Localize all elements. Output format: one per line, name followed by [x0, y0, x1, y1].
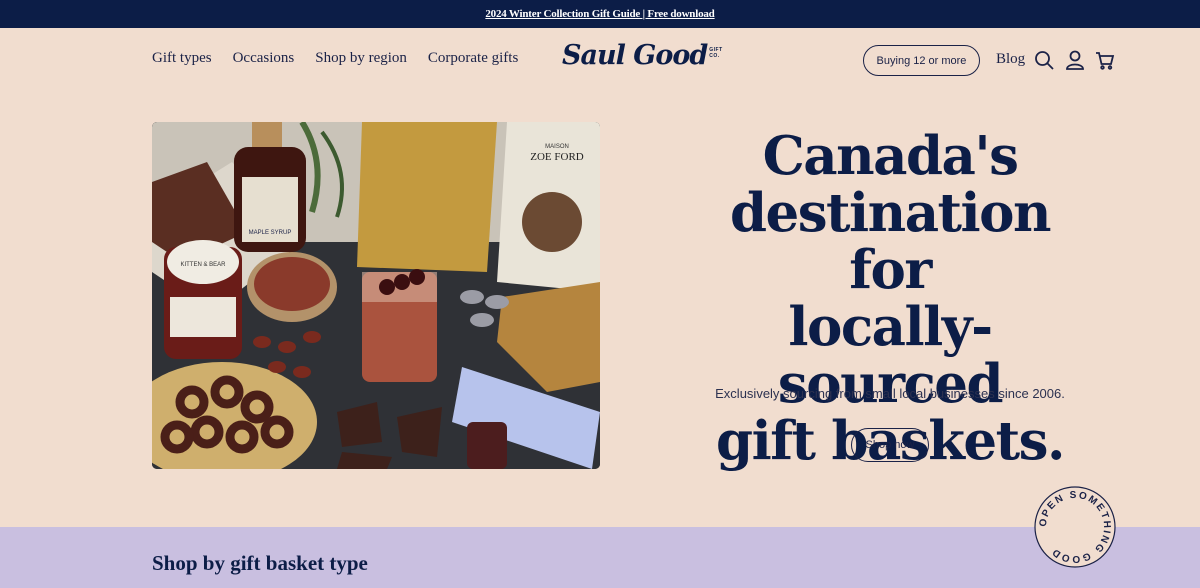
hero-subtitle: Exclusively sourcing from small local bu…	[715, 386, 1065, 401]
open-something-good-badge: OPEN SOMETHING GOOD	[1034, 486, 1116, 568]
account-icon[interactable]	[1064, 49, 1086, 71]
announcement-link[interactable]: 2024 Winter Collection Gift Guide | Free…	[485, 8, 714, 20]
hero-title: Canada's destination for locally-sourced…	[700, 128, 1080, 470]
announcement-bar: 2024 Winter Collection Gift Guide | Free…	[0, 0, 1200, 28]
search-icon[interactable]	[1033, 49, 1055, 71]
syrup-label-text: MAPLE SYRUP	[249, 230, 292, 236]
logo-wordmark: Saul Good	[562, 40, 708, 71]
hero-gift-basket-image: MAPLE SYRUP MAISON ZOE FORD KITTEN & BEA…	[152, 122, 600, 469]
brand-label-text: ZOE FORD	[530, 151, 584, 163]
blog-link[interactable]: Blog	[996, 51, 1025, 68]
cart-icon[interactable]	[1094, 49, 1116, 71]
hero-title-line: destination for	[729, 182, 1052, 301]
nav-item-shop-by-region[interactable]: Shop by region	[315, 50, 407, 67]
bulk-order-button[interactable]: Buying 12 or more	[863, 45, 980, 76]
logo-sub-line2: CO.	[709, 53, 720, 59]
logo-subtext: GIFT CO.	[709, 47, 722, 59]
shop-now-button[interactable]: Shop now	[851, 428, 929, 462]
main-nav: Gift types Occasions Shop by region Corp…	[152, 50, 518, 67]
gift-basket-type-section: Shop by gift basket type	[0, 527, 1200, 588]
site-header: Gift types Occasions Shop by region Corp…	[0, 28, 1200, 92]
section-title: Shop by gift basket type	[152, 551, 368, 575]
site-logo[interactable]: Saul Good GIFT CO.	[562, 40, 723, 71]
jar-label-text: KITTEN & BEAR	[180, 262, 226, 268]
nav-item-gift-types[interactable]: Gift types	[152, 50, 212, 67]
nav-item-corporate-gifts[interactable]: Corporate gifts	[428, 50, 518, 67]
maison-label-text: MAISON	[545, 144, 569, 150]
hero-title-line: Canada's	[762, 125, 1019, 187]
nav-item-occasions[interactable]: Occasions	[233, 50, 295, 67]
